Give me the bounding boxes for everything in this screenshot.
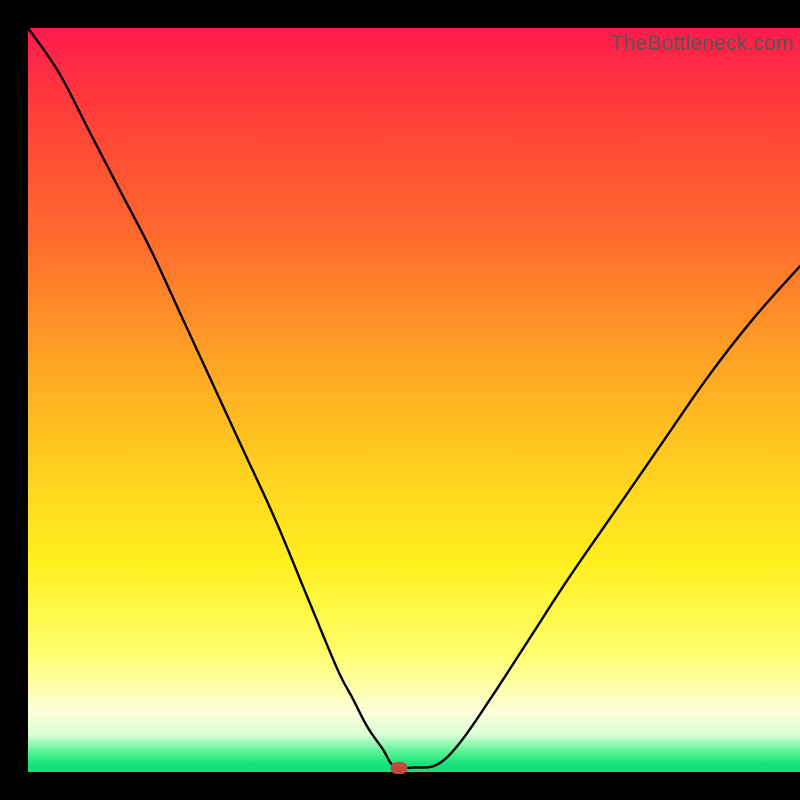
chart-frame: TheBottleneck.com <box>0 0 800 800</box>
curve-layer <box>28 28 800 772</box>
plot-area: TheBottleneck.com <box>28 28 800 772</box>
bottleneck-curve <box>28 28 800 768</box>
optimum-marker <box>390 762 407 774</box>
